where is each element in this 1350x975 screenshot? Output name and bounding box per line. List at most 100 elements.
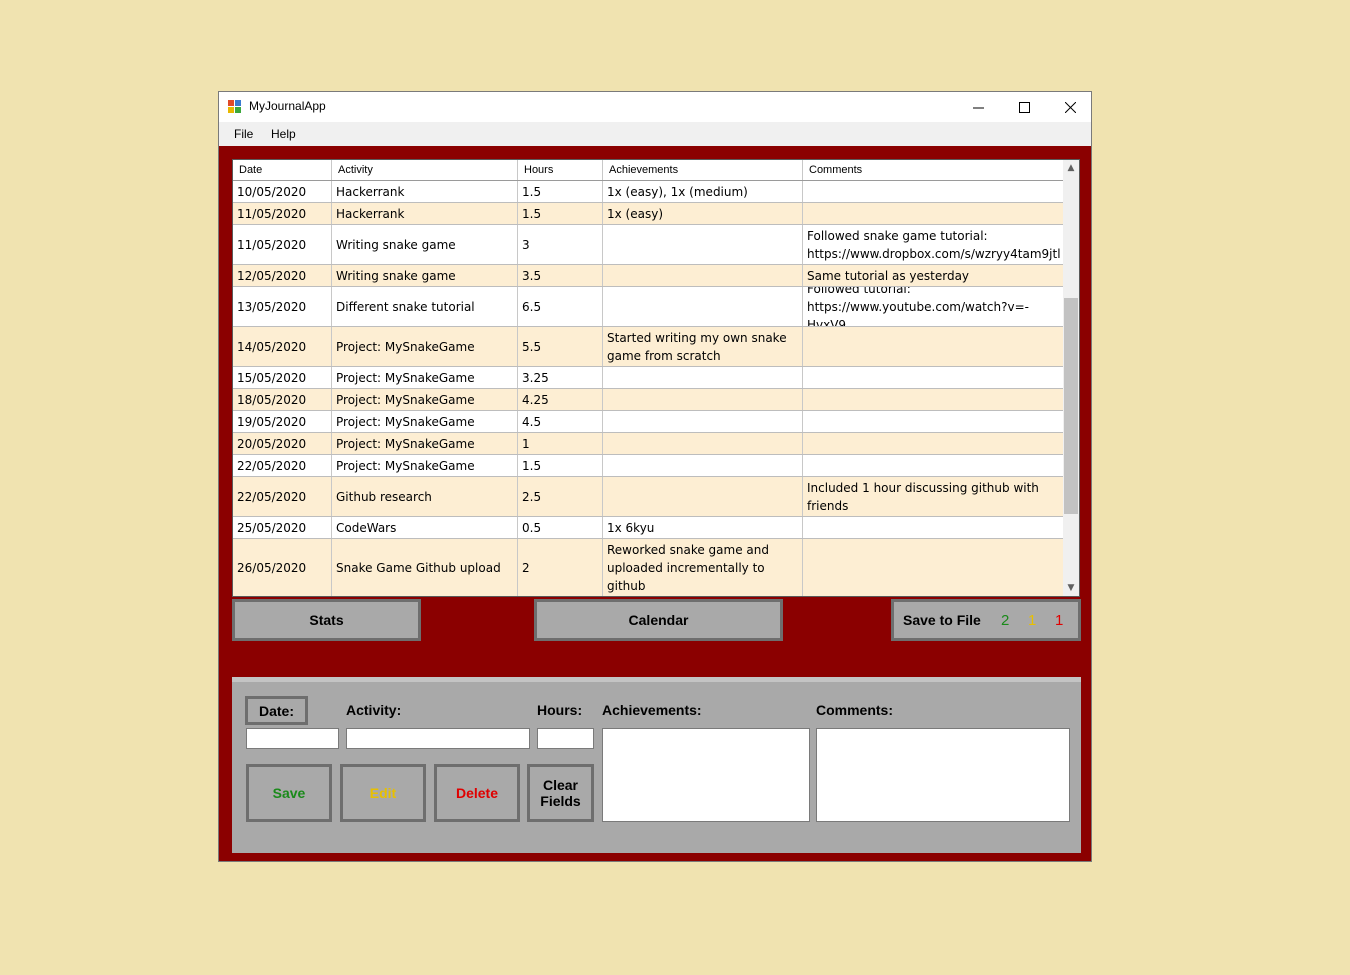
cell-activity[interactable]: Github research (332, 477, 518, 516)
cell-date[interactable]: 15/05/2020 (233, 367, 332, 388)
cell-date[interactable]: 20/05/2020 (233, 433, 332, 454)
table-row[interactable]: 11/05/2020 Hackerrank 1.5 1x (easy) (233, 203, 1065, 225)
table-row[interactable]: 11/05/2020 Writing snake game 3 Followed sn… (233, 225, 1065, 265)
date-input[interactable] (246, 728, 339, 749)
clear-fields-button[interactable]: Clear Fields (527, 764, 594, 822)
cell-date[interactable]: 25/05/2020 (233, 517, 332, 538)
cell-comments[interactable] (803, 389, 1065, 410)
table-row[interactable]: 12/05/2020 Writing snake game 3.5 Same tuto… (233, 265, 1065, 287)
cell-achievements[interactable] (603, 455, 803, 476)
cell-activity[interactable]: Project: MySnakeGame (332, 327, 518, 366)
cell-hours[interactable]: 4.25 (518, 389, 603, 410)
table-row[interactable]: 13/05/2020 Different snake tutorial 6.5 Fol… (233, 287, 1065, 327)
date-label-button[interactable]: Date: (245, 696, 308, 725)
table-row[interactable]: 14/05/2020 Project: MySnakeGame 5.5 Started… (233, 327, 1065, 367)
cell-date[interactable]: 13/05/2020 (233, 287, 332, 326)
cell-activity[interactable]: Different snake tutorial (332, 287, 518, 326)
cell-activity[interactable]: Project: MySnakeGame (332, 411, 518, 432)
cell-hours[interactable]: 4.5 (518, 411, 603, 432)
cell-hours[interactable]: 1.5 (518, 455, 603, 476)
cell-achievements[interactable] (603, 411, 803, 432)
cell-hours[interactable]: 3 (518, 225, 603, 264)
cell-comments[interactable]: Followed snake game tutorial: https://ww… (803, 225, 1065, 264)
scroll-down-icon[interactable]: ▼ (1063, 580, 1079, 596)
cell-activity[interactable]: Writing snake game (332, 265, 518, 286)
save-button[interactable]: Save (246, 764, 332, 822)
cell-date[interactable]: 26/05/2020 (233, 539, 332, 596)
cell-hours[interactable]: 2.5 (518, 477, 603, 516)
table-row[interactable]: 22/05/2020 Github research 2.5 Included 1 h… (233, 477, 1065, 517)
scroll-thumb[interactable] (1064, 298, 1078, 514)
cell-date[interactable]: 10/05/2020 (233, 181, 332, 202)
cell-hours[interactable]: 3.5 (518, 265, 603, 286)
cell-comments[interactable] (803, 327, 1065, 366)
title-bar[interactable]: MyJournalApp (219, 92, 1091, 122)
cell-activity[interactable]: Project: MySnakeGame (332, 433, 518, 454)
cell-comments[interactable] (803, 367, 1065, 388)
cell-achievements[interactable]: Reworked snake game and uploaded increme… (603, 539, 803, 596)
maximize-button[interactable] (1001, 92, 1047, 122)
cell-achievements[interactable]: 1x (easy), 1x (medium) (603, 181, 803, 202)
achievements-textarea[interactable] (602, 728, 810, 822)
cell-hours[interactable]: 6.5 (518, 287, 603, 326)
cell-comments[interactable] (803, 455, 1065, 476)
menu-file[interactable]: File (234, 127, 253, 141)
cell-date[interactable]: 12/05/2020 (233, 265, 332, 286)
minimize-button[interactable] (955, 92, 1001, 122)
cell-achievements[interactable] (603, 389, 803, 410)
activity-input[interactable] (346, 728, 530, 749)
table-row[interactable]: 10/05/2020 Hackerrank 1.5 1x (easy), 1x (me… (233, 181, 1065, 203)
edit-button[interactable]: Edit (340, 764, 426, 822)
cell-date[interactable]: 11/05/2020 (233, 203, 332, 224)
cell-hours[interactable]: 2 (518, 539, 603, 596)
cell-comments[interactable] (803, 203, 1065, 224)
hours-input[interactable] (537, 728, 594, 749)
column-header-achievements[interactable]: Achievements (603, 160, 803, 180)
cell-date[interactable]: 14/05/2020 (233, 327, 332, 366)
cell-activity[interactable]: Hackerrank (332, 181, 518, 202)
cell-date[interactable]: 19/05/2020 (233, 411, 332, 432)
cell-activity[interactable]: Writing snake game (332, 225, 518, 264)
cell-hours[interactable]: 1.5 (518, 203, 603, 224)
column-header-activity[interactable]: Activity (332, 160, 518, 180)
table-row[interactable]: 22/05/2020 Project: MySnakeGame 1.5 (233, 455, 1065, 477)
vertical-scrollbar[interactable]: ▲ ▼ (1063, 160, 1079, 596)
cell-hours[interactable]: 5.5 (518, 327, 603, 366)
cell-date[interactable]: 18/05/2020 (233, 389, 332, 410)
table-row[interactable]: 25/05/2020 CodeWars 0.5 1x 6kyu (233, 517, 1065, 539)
cell-comments[interactable] (803, 517, 1065, 538)
journal-grid[interactable]: Date Activity Hours Achievements Comment… (232, 159, 1080, 597)
menu-help[interactable]: Help (271, 127, 296, 141)
column-header-date[interactable]: Date (233, 160, 332, 180)
column-header-hours[interactable]: Hours (518, 160, 603, 180)
cell-achievements[interactable] (603, 225, 803, 264)
cell-activity[interactable]: Project: MySnakeGame (332, 389, 518, 410)
close-button[interactable] (1047, 92, 1093, 122)
cell-achievements[interactable] (603, 433, 803, 454)
table-row[interactable]: 18/05/2020 Project: MySnakeGame 4.25 (233, 389, 1065, 411)
calendar-button[interactable]: Calendar (534, 599, 783, 641)
cell-comments[interactable]: Followed tutorial: https://www.youtube.c… (803, 287, 1065, 326)
cell-hours[interactable]: 1.5 (518, 181, 603, 202)
cell-achievements[interactable] (603, 367, 803, 388)
cell-achievements[interactable]: 1x 6kyu (603, 517, 803, 538)
cell-activity[interactable]: Hackerrank (332, 203, 518, 224)
cell-activity[interactable]: Snake Game Github upload (332, 539, 518, 596)
column-header-comments[interactable]: Comments (803, 160, 1065, 180)
cell-achievements[interactable]: 1x (easy) (603, 203, 803, 224)
cell-activity[interactable]: Project: MySnakeGame (332, 367, 518, 388)
cell-activity[interactable]: Project: MySnakeGame (332, 455, 518, 476)
stats-button[interactable]: Stats (232, 599, 421, 641)
delete-button[interactable]: Delete (434, 764, 520, 822)
cell-comments[interactable] (803, 539, 1065, 596)
cell-activity[interactable]: CodeWars (332, 517, 518, 538)
cell-achievements[interactable] (603, 265, 803, 286)
cell-hours[interactable]: 3.25 (518, 367, 603, 388)
cell-comments[interactable]: Same tutorial as yesterday (803, 265, 1065, 286)
table-row[interactable]: 20/05/2020 Project: MySnakeGame 1 (233, 433, 1065, 455)
cell-hours[interactable]: 1 (518, 433, 603, 454)
save-to-file-button[interactable]: Save to File 2 1 1 (891, 599, 1081, 641)
scroll-up-icon[interactable]: ▲ (1063, 160, 1079, 176)
table-row[interactable]: 26/05/2020 Snake Game Github upload 2 Rewor… (233, 539, 1065, 596)
cell-achievements[interactable]: Started writing my own snake game from s… (603, 327, 803, 366)
